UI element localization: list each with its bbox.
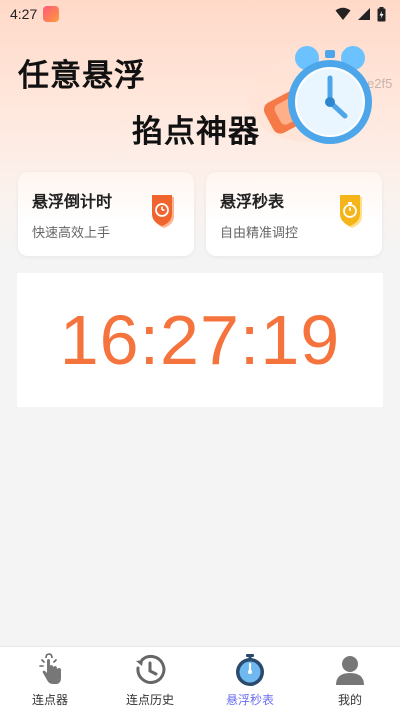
battery-icon	[377, 6, 386, 21]
status-time: 4:27	[10, 6, 38, 22]
countdown-card-title: 悬浮倒计时	[32, 192, 113, 211]
alarm-clock-illustration: e2f5	[249, 46, 392, 144]
nav-item-history[interactable]: 连点历史	[100, 647, 200, 711]
countdown-card[interactable]: 悬浮倒计时 快速高效上手	[18, 172, 194, 256]
tap-hand-icon	[39, 653, 61, 684]
hero-title-line2: 掐点神器	[132, 114, 260, 150]
stopwatch-card-subtitle: 自由精准调控	[220, 226, 299, 241]
nav-label-floating-stopwatch: 悬浮秒表	[225, 693, 274, 707]
countdown-card-subtitle: 快速高效上手	[32, 226, 111, 241]
stopwatch-icon	[236, 654, 264, 686]
countdown-shield-icon	[152, 195, 174, 228]
app-notification-icon	[43, 6, 60, 22]
user-icon	[336, 656, 364, 685]
nav-item-profile[interactable]: 我的	[300, 647, 400, 711]
nav-label-profile: 我的	[337, 693, 362, 707]
bottom-nav: 连点器 连点历史 悬浮秒表 我的	[0, 646, 400, 711]
watermark-text: e2f5	[367, 76, 392, 91]
hero-title-line1: 任意悬浮	[18, 58, 146, 94]
stopwatch-card-title: 悬浮秒表	[220, 192, 285, 211]
clock-display: 16:27:19	[17, 273, 383, 407]
nav-item-floating-stopwatch[interactable]: 悬浮秒表	[200, 647, 300, 711]
history-clock-icon	[136, 655, 166, 684]
stopwatch-shield-icon	[340, 195, 362, 228]
signal-icon	[358, 8, 370, 20]
nav-label-history: 连点历史	[125, 693, 174, 707]
status-bar: 4:27	[0, 0, 400, 28]
wifi-icon	[335, 7, 351, 20]
stopwatch-card[interactable]: 悬浮秒表 自由精准调控	[206, 172, 382, 256]
status-indicators	[335, 6, 386, 22]
nav-item-auto-clicker[interactable]: 连点器	[0, 647, 100, 711]
clock-time: 16:27:19	[59, 301, 341, 379]
nav-label-auto-clicker: 连点器	[31, 693, 68, 707]
